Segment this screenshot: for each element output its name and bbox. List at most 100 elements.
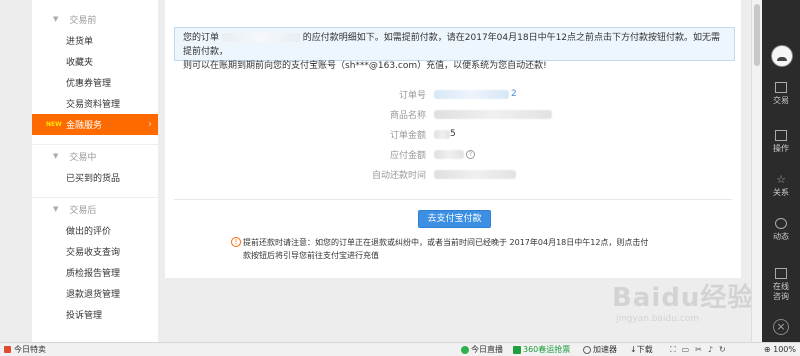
screenshot-icon: ✂ [695, 345, 708, 354]
nav-item-reviews[interactable]: 做出的评价 [32, 220, 158, 241]
caret-down-icon: ▼ [53, 15, 59, 23]
right-toolbar: 交易 操作 ☆ 关系 动态 在线 咨询 × [762, 0, 800, 342]
warning-line2: 款按钮后将引导您前往支付宝进行充值 [243, 251, 379, 260]
main-panel: 您的订单 的应付款明细如下。如需提前付款，请在2017年04月18日中午12点之… [165, 0, 741, 278]
refresh-icon: ↻ [718, 345, 732, 354]
order-no-label: 订单号 [398, 90, 426, 101]
zoom-value: 100% [773, 345, 796, 354]
tool-consult[interactable]: 在线 咨询 [762, 268, 800, 302]
tool-label: 关系 [773, 188, 789, 197]
scrollbar-thumb[interactable] [754, 4, 760, 66]
info-row-order-no: 订单号 2 [165, 84, 741, 104]
warning-line1: 提前还款时请注意：如您的订单正在退款或纠纷中，或者当前时间已经晚于 2017年0… [243, 238, 649, 247]
tool-relation[interactable]: ☆ 关系 [762, 174, 800, 198]
nav-item-complaints[interactable]: 投诉管理 [32, 304, 158, 325]
clock-icon [775, 218, 787, 229]
play-icon [461, 345, 469, 354]
cart-icon [775, 82, 787, 93]
today-deals[interactable]: 今日特卖 [4, 343, 46, 356]
product-value [434, 109, 552, 119]
star-icon: ☆ [776, 173, 786, 186]
chat-icon [775, 268, 787, 279]
product-label: 商品名称 [389, 110, 426, 121]
payable-value: ? [434, 149, 475, 159]
warning-icon: ! [231, 237, 241, 247]
grid-icon [775, 130, 787, 141]
ticket-icon [513, 345, 521, 354]
nav-item-favorites[interactable]: 收藏夹 [32, 51, 158, 72]
browser-status-bar: 今日特卖 今日直播 360春运抢票 加速器 ↓下载 ⛶▭✂♪↻ ⊕ 100% [0, 342, 800, 356]
help-icon[interactable]: ? [466, 149, 475, 159]
nav-section-title: 交易中 [69, 152, 97, 163]
close-icon: × [773, 319, 789, 335]
nav-section-before-trade[interactable]: ▼ 交易前 [32, 8, 158, 30]
deals-icon [4, 346, 11, 353]
order-amount-partial: 5 [450, 129, 456, 139]
nav-item-purchased[interactable]: 已买到的货品 [32, 167, 158, 188]
close-toolbar-button[interactable]: × [762, 319, 800, 335]
mute-icon: ♪ [707, 345, 719, 354]
fullscreen-icon: ⛶ [670, 345, 682, 354]
redacted-product-name [434, 109, 552, 119]
order-amount-value: 5 [434, 129, 456, 139]
zoom-level[interactable]: ⊕ 100% [764, 343, 796, 356]
notice-line2: 则可以在账期到期前向您的支付宝账号（sh***@163.com）充值，以便系统为… [183, 61, 547, 71]
pay-alipay-button[interactable]: 去支付宝付款 [418, 210, 491, 228]
info-row-order-amount: 订单金额 5 [165, 124, 741, 144]
download[interactable]: ↓下载 [630, 343, 653, 356]
prepay-warning: ! 提前还款时请注意：如您的订单正在退款或纠纷中，或者当前时间已经晚于 2017… [231, 236, 663, 262]
nav-section-during-trade[interactable]: ▼ 交易中 [32, 144, 158, 167]
tool-activity[interactable]: 动态 [762, 218, 800, 242]
download-label: 下载 [636, 345, 653, 354]
watermark-sub: jingyan.baidu.com [616, 314, 700, 324]
order-no-value[interactable]: 2 [434, 89, 517, 99]
watermark-main: Baidu经验 [612, 283, 755, 313]
redacted-order-number [221, 33, 300, 42]
nav-item-income-query[interactable]: 交易收支查询 [32, 241, 158, 262]
auto-repay-label: 自动还款时间 [371, 170, 426, 181]
nav-item-cart[interactable]: 进货单 [32, 30, 158, 51]
nav-item-trade-data[interactable]: 交易资料管理 [32, 93, 158, 114]
nav-item-refunds[interactable]: 退款退货管理 [32, 283, 158, 304]
nav-item-qc-report[interactable]: 质检报告管理 [32, 262, 158, 283]
today-deals-label: 今日特卖 [14, 345, 46, 354]
tickets-label: 360春运抢票 [523, 345, 571, 354]
tool-operate[interactable]: 操作 [762, 130, 800, 154]
tool-label: 咨询 [773, 292, 789, 301]
redacted-payable [434, 149, 464, 159]
accelerator[interactable]: 加速器 [583, 343, 617, 356]
info-row-product: 商品名称 [165, 104, 741, 124]
nav-section-after-trade[interactable]: ▼ 交易后 [32, 197, 158, 220]
new-badge: NEW [46, 121, 62, 128]
nav-item-coupons[interactable]: 优惠券管理 [32, 72, 158, 93]
window-icon: ▭ [681, 345, 696, 354]
notice-prefix: 您的订单 [183, 33, 220, 43]
accelerator-icon [583, 345, 591, 354]
auto-repay-value [434, 169, 516, 179]
tool-label: 动态 [773, 232, 789, 241]
caret-down-icon: ▼ [53, 152, 59, 160]
order-info-table: 订单号 2 商品名称 订单金额 5 应付金额 ? 自动还款时间 [165, 84, 741, 184]
live-label: 今日直播 [471, 345, 503, 354]
order-amount-label: 订单金额 [389, 130, 426, 141]
live-stream[interactable]: 今日直播 [461, 343, 503, 356]
accelerator-label: 加速器 [593, 345, 617, 354]
status-tools[interactable]: ⛶▭✂♪↻ [670, 343, 732, 356]
tool-trade[interactable]: 交易 [762, 82, 800, 106]
nav-item-finance[interactable]: NEW 金融服务 › [32, 114, 158, 135]
divider [174, 199, 732, 200]
tool-label: 在线 [773, 282, 789, 291]
tool-label: 操作 [773, 144, 789, 153]
tool-label: 交易 [773, 96, 789, 105]
order-no-tail[interactable]: 2 [511, 89, 517, 99]
train-tickets[interactable]: 360春运抢票 [513, 343, 570, 356]
nav-section-title: 交易前 [69, 15, 97, 26]
redacted-amount [434, 129, 450, 139]
avatar[interactable] [771, 45, 793, 67]
payment-notice: 您的订单 的应付款明细如下。如需提前付款，请在2017年04月18日中午12点之… [174, 27, 735, 71]
download-icon: ↓ [630, 345, 637, 354]
baidu-jingyan-watermark: Baidu经验 jingyan.baidu.com [612, 283, 762, 338]
redacted-repay-time [434, 169, 516, 179]
left-sidebar: ▼ 交易前 进货单 收藏夹 优惠券管理 交易资料管理 NEW 金融服务 › ▼ … [32, 0, 158, 342]
info-row-payable: 应付金额 ? [165, 144, 741, 164]
